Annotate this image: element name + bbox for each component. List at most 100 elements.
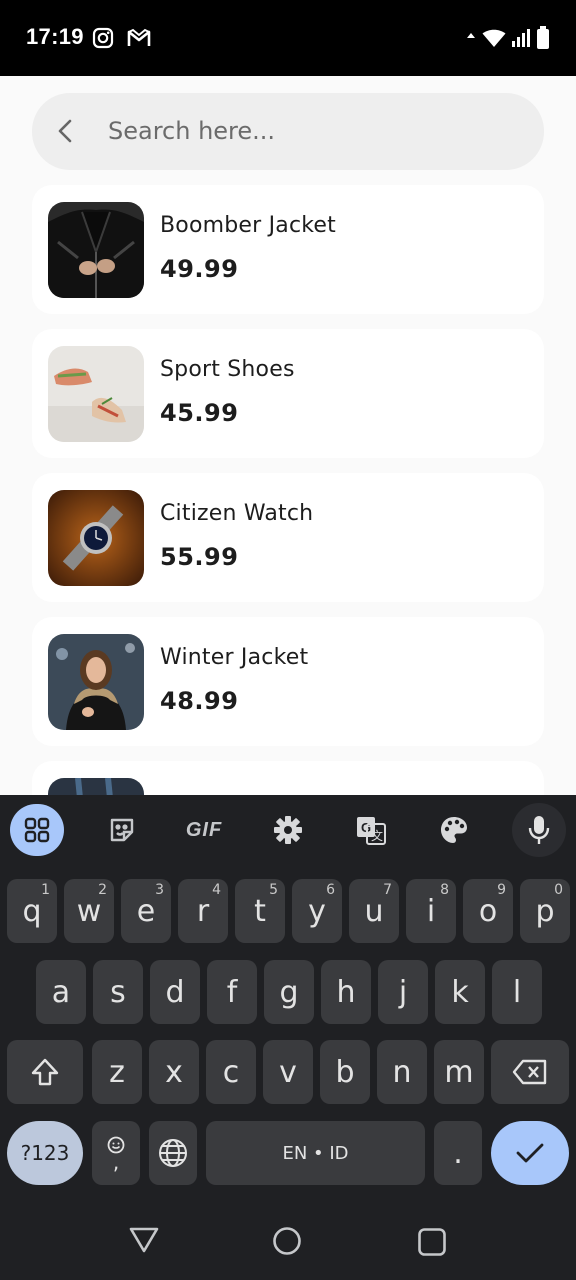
key-n[interactable]: n xyxy=(377,1040,427,1104)
key-j[interactable]: j xyxy=(378,960,428,1024)
key-number-hint: 1 xyxy=(41,882,50,898)
status-bar: 17:19 xyxy=(0,0,576,76)
settings-gear-icon[interactable] xyxy=(262,804,314,856)
backspace-key[interactable] xyxy=(491,1040,569,1104)
key-o-label: o xyxy=(478,893,498,929)
instagram-icon xyxy=(92,27,114,53)
key-r[interactable]: r4 xyxy=(178,879,228,943)
product-card-partial[interactable] xyxy=(32,761,544,795)
key-l[interactable]: l xyxy=(492,960,542,1024)
apps-grid-icon[interactable] xyxy=(10,804,64,856)
key-l-label: l xyxy=(512,974,522,1010)
globe-icon xyxy=(159,1139,187,1167)
key-e-label: e xyxy=(136,893,156,929)
key-a-label: a xyxy=(51,974,71,1010)
key-n-label: n xyxy=(392,1054,412,1090)
svg-text:文: 文 xyxy=(371,828,383,843)
back-arrow-icon[interactable] xyxy=(52,117,80,145)
search-bar xyxy=(32,93,544,170)
product-price: 49.99 xyxy=(160,255,239,283)
space-bar[interactable]: EN • ID xyxy=(206,1121,425,1185)
key-b[interactable]: b xyxy=(320,1040,370,1104)
key-s-label: s xyxy=(110,974,126,1010)
key-g-label: g xyxy=(279,974,299,1010)
key-number-hint: 7 xyxy=(383,882,392,898)
product-card[interactable]: Sport Shoes 45.99 xyxy=(32,329,544,458)
signal-icon xyxy=(512,29,530,51)
key-g[interactable]: g xyxy=(264,960,314,1024)
key-k[interactable]: k xyxy=(435,960,485,1024)
gif-icon[interactable]: GIF xyxy=(178,804,230,856)
language-globe-key[interactable] xyxy=(149,1121,197,1185)
product-image-watch xyxy=(48,490,144,586)
symbols-key-label: ?123 xyxy=(20,1141,70,1165)
key-m-label: m xyxy=(444,1054,474,1090)
product-name: Citizen Watch xyxy=(160,501,314,526)
key-q[interactable]: q1 xyxy=(7,879,57,943)
product-card[interactable]: Boomber Jacket 49.99 xyxy=(32,185,544,314)
product-name: Sport Shoes xyxy=(160,357,295,382)
product-name: Boomber Jacket xyxy=(160,213,336,238)
period-key-label: . xyxy=(453,1135,463,1171)
key-w[interactable]: w2 xyxy=(64,879,114,943)
enter-check-key[interactable] xyxy=(491,1121,569,1185)
key-i[interactable]: i8 xyxy=(406,879,456,943)
key-f-label: f xyxy=(226,974,238,1010)
sticker-icon[interactable] xyxy=(96,804,148,856)
translate-icon[interactable]: G 文 xyxy=(345,804,397,856)
period-key[interactable]: . xyxy=(434,1121,482,1185)
key-z-label: z xyxy=(109,1054,125,1090)
key-x[interactable]: x xyxy=(149,1040,199,1104)
key-e[interactable]: e3 xyxy=(121,879,171,943)
key-z[interactable]: z xyxy=(92,1040,142,1104)
key-u[interactable]: u7 xyxy=(349,879,399,943)
back-triangle-icon[interactable] xyxy=(128,1226,160,1258)
key-v-label: v xyxy=(279,1054,297,1090)
key-d[interactable]: d xyxy=(150,960,200,1024)
checkmark-icon xyxy=(516,1143,544,1163)
key-h[interactable]: h xyxy=(321,960,371,1024)
product-image-winter-jacket xyxy=(48,634,144,730)
key-number-hint: 5 xyxy=(269,882,278,898)
comma-label: , xyxy=(112,1150,120,1174)
key-o[interactable]: o9 xyxy=(463,879,513,943)
product-card[interactable]: Winter Jacket 48.99 xyxy=(32,617,544,746)
key-y[interactable]: y6 xyxy=(292,879,342,943)
status-indicators xyxy=(466,26,550,54)
gmail-icon xyxy=(127,28,151,52)
product-search-screen: Boomber Jacket 49.99 Sport Shoes 45.99 xyxy=(0,76,576,795)
emoji-comma-key[interactable]: , xyxy=(92,1121,140,1185)
product-card[interactable]: Citizen Watch 55.99 xyxy=(32,473,544,602)
symbols-key[interactable]: ?123 xyxy=(7,1121,83,1185)
key-number-hint: 0 xyxy=(554,882,563,898)
key-m[interactable]: m xyxy=(434,1040,484,1104)
palette-icon[interactable] xyxy=(428,804,480,856)
microphone-icon[interactable] xyxy=(512,803,566,857)
recents-square-icon[interactable] xyxy=(417,1227,447,1261)
key-b-label: b xyxy=(335,1054,355,1090)
key-t[interactable]: t5 xyxy=(235,879,285,943)
key-number-hint: 9 xyxy=(497,882,506,898)
search-input[interactable] xyxy=(108,109,508,153)
key-w-label: w xyxy=(76,893,102,929)
key-q-label: q xyxy=(22,893,42,929)
key-t-label: t xyxy=(254,893,266,929)
shift-key[interactable] xyxy=(7,1040,83,1104)
product-price: 45.99 xyxy=(160,399,239,427)
wifi-icon xyxy=(482,28,506,52)
key-a[interactable]: a xyxy=(36,960,86,1024)
key-v[interactable]: v xyxy=(263,1040,313,1104)
product-name: Winter Jacket xyxy=(160,645,309,670)
key-u-label: u xyxy=(364,893,384,929)
key-number-hint: 6 xyxy=(326,882,335,898)
key-p-label: p xyxy=(535,893,555,929)
key-c[interactable]: c xyxy=(206,1040,256,1104)
key-f[interactable]: f xyxy=(207,960,257,1024)
key-x-label: x xyxy=(165,1054,183,1090)
key-p[interactable]: p0 xyxy=(520,879,570,943)
home-circle-icon[interactable] xyxy=(272,1226,302,1260)
product-price: 48.99 xyxy=(160,687,239,715)
keyboard-toolbar: GIF G 文 xyxy=(0,795,576,865)
key-s[interactable]: s xyxy=(93,960,143,1024)
key-h-label: h xyxy=(336,974,356,1010)
